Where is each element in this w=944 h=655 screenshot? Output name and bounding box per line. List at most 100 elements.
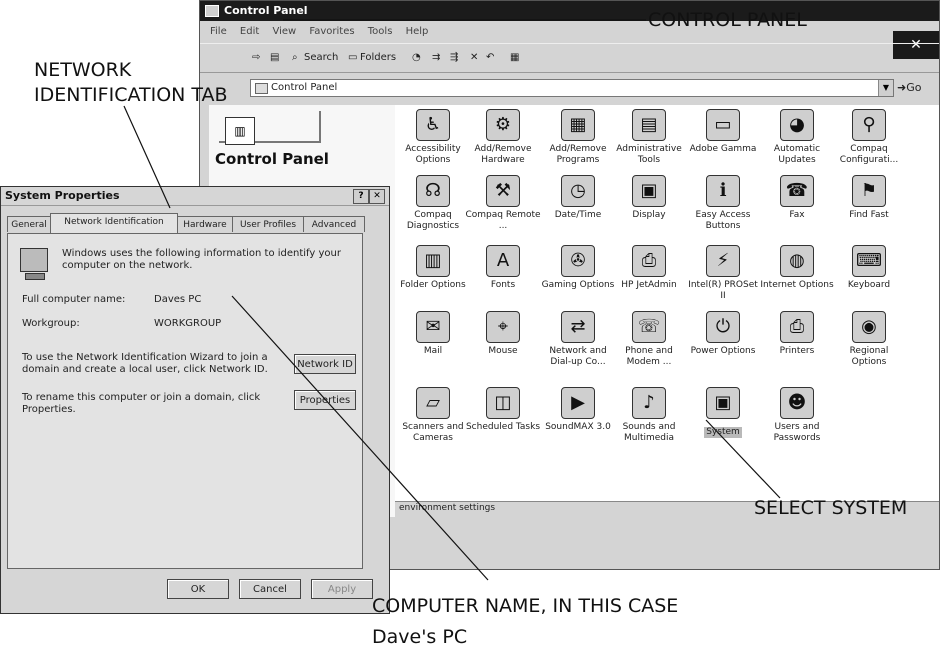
cp-item-internet-options[interactable]: ◍ Internet Options bbox=[759, 245, 835, 291]
copy-to-icon[interactable]: ⇶ bbox=[450, 52, 458, 63]
cp-item-label: Scanners and Cameras bbox=[402, 422, 464, 443]
scheduled-tasks-icon: ◫ bbox=[486, 387, 520, 419]
system-properties-titlebar[interactable]: System Properties ? ✕ bbox=[1, 187, 389, 206]
cp-item-label: Display bbox=[632, 210, 666, 220]
cp-item-phone-modem[interactable]: ☏ Phone and Modem ... bbox=[611, 311, 687, 368]
find-fast-icon: ⚑ bbox=[852, 175, 886, 207]
cp-item-scanners-cameras[interactable]: ▱ Scanners and Cameras bbox=[395, 387, 471, 444]
cp-item-find-fast[interactable]: ⚑ Find Fast bbox=[831, 175, 907, 221]
apply-button[interactable]: Apply bbox=[311, 579, 373, 599]
cp-item-add-remove-programs[interactable]: ▦ Add/Remove Programs bbox=[540, 109, 616, 166]
cp-item-intel-proset[interactable]: ⚡ Intel(R) PROSet II bbox=[685, 245, 761, 302]
up-folder-icon[interactable]: ▤ bbox=[270, 52, 279, 63]
cp-item-automatic-updates[interactable]: ◕ Automatic Updates bbox=[759, 109, 835, 166]
cp-item-label: Add/Remove Programs bbox=[549, 144, 607, 165]
move-to-icon[interactable]: ⇉ bbox=[432, 52, 440, 63]
help-icon[interactable]: ? bbox=[353, 189, 369, 204]
history-icon[interactable]: ◔ bbox=[412, 52, 421, 63]
workgroup-value: WORKGROUP bbox=[154, 318, 222, 329]
menu-bar: File Edit View Favorites Tools Help bbox=[200, 21, 939, 43]
cp-item-label: Fax bbox=[789, 210, 805, 220]
cp-item-users-passwords[interactable]: ☻ Users and Passwords bbox=[759, 387, 835, 444]
cp-item-scheduled-tasks[interactable]: ◫ Scheduled Tasks bbox=[465, 387, 541, 433]
control-panel-titlebar[interactable]: Control Panel bbox=[200, 1, 939, 21]
phone-modem-icon: ☏ bbox=[632, 311, 666, 343]
control-panel-items: ♿ Accessibility Options ⚙ Add/Remove Hardwa… bbox=[395, 105, 939, 501]
adobe-gamma-icon: ▭ bbox=[706, 109, 740, 141]
cp-item-accessibility[interactable]: ♿ Accessibility Options bbox=[395, 109, 471, 166]
views-icon[interactable]: ▦ bbox=[510, 52, 519, 63]
delete-icon[interactable]: ✕ bbox=[470, 52, 478, 63]
cp-item-easy-access-buttons[interactable]: ℹ Easy Access Buttons bbox=[685, 175, 761, 232]
cp-item-printers[interactable]: ⎙ Printers bbox=[759, 311, 835, 357]
cp-item-sounds-multimedia[interactable]: ♪ Sounds and Multimedia bbox=[611, 387, 687, 444]
folders-button[interactable]: Folders bbox=[360, 52, 396, 63]
cp-item-date-time[interactable]: ◷ Date/Time bbox=[540, 175, 616, 221]
go-label: Go bbox=[906, 81, 922, 94]
cp-item-system[interactable]: ▣ System bbox=[685, 387, 761, 438]
search-icon[interactable]: ⌕ bbox=[292, 52, 298, 63]
compaq-configuration-icon: ⚲ bbox=[852, 109, 886, 141]
go-button[interactable]: ➜Go bbox=[897, 81, 921, 94]
cp-item-soundmax[interactable]: ▶ SoundMAX 3.0 bbox=[540, 387, 616, 433]
cp-item-mail[interactable]: ✉ Mail bbox=[395, 311, 471, 357]
cp-item-folder-options[interactable]: ▥ Folder Options bbox=[395, 245, 471, 291]
cp-item-regional-options[interactable]: ◉ Regional Options bbox=[831, 311, 907, 368]
cp-item-fax[interactable]: ☎ Fax bbox=[759, 175, 835, 221]
cp-item-display[interactable]: ▣ Display bbox=[611, 175, 687, 221]
tab-general[interactable]: General bbox=[7, 216, 51, 232]
menu-view[interactable]: View bbox=[272, 26, 296, 37]
mouse-icon: ⌖ bbox=[486, 311, 520, 343]
cp-item-label: Keyboard bbox=[847, 280, 891, 290]
tab-hardware[interactable]: Hardware bbox=[177, 216, 233, 232]
address-field[interactable]: Control Panel ▼ bbox=[250, 79, 894, 97]
cp-item-power-options[interactable]: ⏻ Power Options bbox=[685, 311, 761, 357]
menu-edit[interactable]: Edit bbox=[240, 26, 259, 37]
tab-advanced[interactable]: Advanced bbox=[303, 216, 365, 232]
administrative-tools-icon: ▤ bbox=[632, 109, 666, 141]
back-arrow-icon[interactable]: ⇨ bbox=[252, 52, 260, 63]
cp-item-label: System bbox=[704, 427, 742, 438]
close-icon[interactable]: ✕ bbox=[369, 189, 385, 204]
tab-user-profiles[interactable]: User Profiles bbox=[232, 216, 304, 232]
cp-item-label: Intel(R) PROSet II bbox=[688, 280, 758, 301]
intel-proset-icon: ⚡ bbox=[706, 245, 740, 277]
cp-item-hp-jetadmin[interactable]: ⎙ HP JetAdmin bbox=[611, 245, 687, 291]
cp-item-administrative-tools[interactable]: ▤ Administrative Tools bbox=[611, 109, 687, 166]
cp-item-fonts[interactable]: A Fonts bbox=[465, 245, 541, 291]
chevron-down-icon[interactable]: ▼ bbox=[878, 80, 893, 96]
power-options-icon: ⏻ bbox=[706, 311, 740, 343]
printers-icon: ⎙ bbox=[780, 311, 814, 343]
menu-help[interactable]: Help bbox=[406, 26, 429, 37]
ok-button[interactable]: OK bbox=[167, 579, 229, 599]
cancel-button[interactable]: Cancel bbox=[239, 579, 301, 599]
full-name-label: Full computer name: bbox=[22, 294, 126, 305]
network-id-text: To use the Network Identification Wizard… bbox=[22, 352, 268, 375]
menu-favorites[interactable]: Favorites bbox=[309, 26, 354, 37]
cp-item-gaming-options[interactable]: ✇ Gaming Options bbox=[540, 245, 616, 291]
cp-item-label: Date/Time bbox=[554, 210, 602, 220]
undo-icon[interactable]: ↶ bbox=[486, 52, 494, 63]
folders-icon[interactable]: ▭ bbox=[348, 52, 357, 63]
menu-file[interactable]: File bbox=[210, 26, 227, 37]
cp-item-compaq-diagnostics[interactable]: ☊ Compaq Diagnostics bbox=[395, 175, 471, 232]
cp-item-label: HP JetAdmin bbox=[621, 280, 677, 290]
search-button[interactable]: Search bbox=[304, 52, 338, 63]
cp-item-label: Accessibility Options bbox=[405, 144, 461, 165]
control-panel-heading: Control Panel bbox=[215, 150, 329, 168]
cp-item-adobe-gamma[interactable]: ▭ Adobe Gamma bbox=[685, 109, 761, 155]
cp-item-keyboard[interactable]: ⌨ Keyboard bbox=[831, 245, 907, 291]
cp-item-compaq-configuration[interactable]: ⚲ Compaq Configurati... bbox=[831, 109, 907, 166]
control-panel-banner: ▥ bbox=[219, 111, 321, 145]
cp-item-label: Find Fast bbox=[849, 210, 889, 220]
cp-item-add-remove-hardware[interactable]: ⚙ Add/Remove Hardware bbox=[465, 109, 541, 166]
keyboard-icon: ⌨ bbox=[852, 245, 886, 277]
cp-item-compaq-remote[interactable]: ⚒ Compaq Remote ... bbox=[465, 175, 541, 232]
address-bar: Control Panel ▼ ➜Go bbox=[200, 71, 939, 105]
tab-network-identification[interactable]: Network Identification bbox=[50, 213, 178, 233]
network-id-button[interactable]: Network ID bbox=[294, 354, 356, 374]
menu-tools[interactable]: Tools bbox=[368, 26, 393, 37]
properties-button[interactable]: Properties bbox=[294, 390, 356, 410]
cp-item-mouse[interactable]: ⌖ Mouse bbox=[465, 311, 541, 357]
cp-item-network-dialup[interactable]: ⇄ Network and Dial-up Co... bbox=[540, 311, 616, 368]
